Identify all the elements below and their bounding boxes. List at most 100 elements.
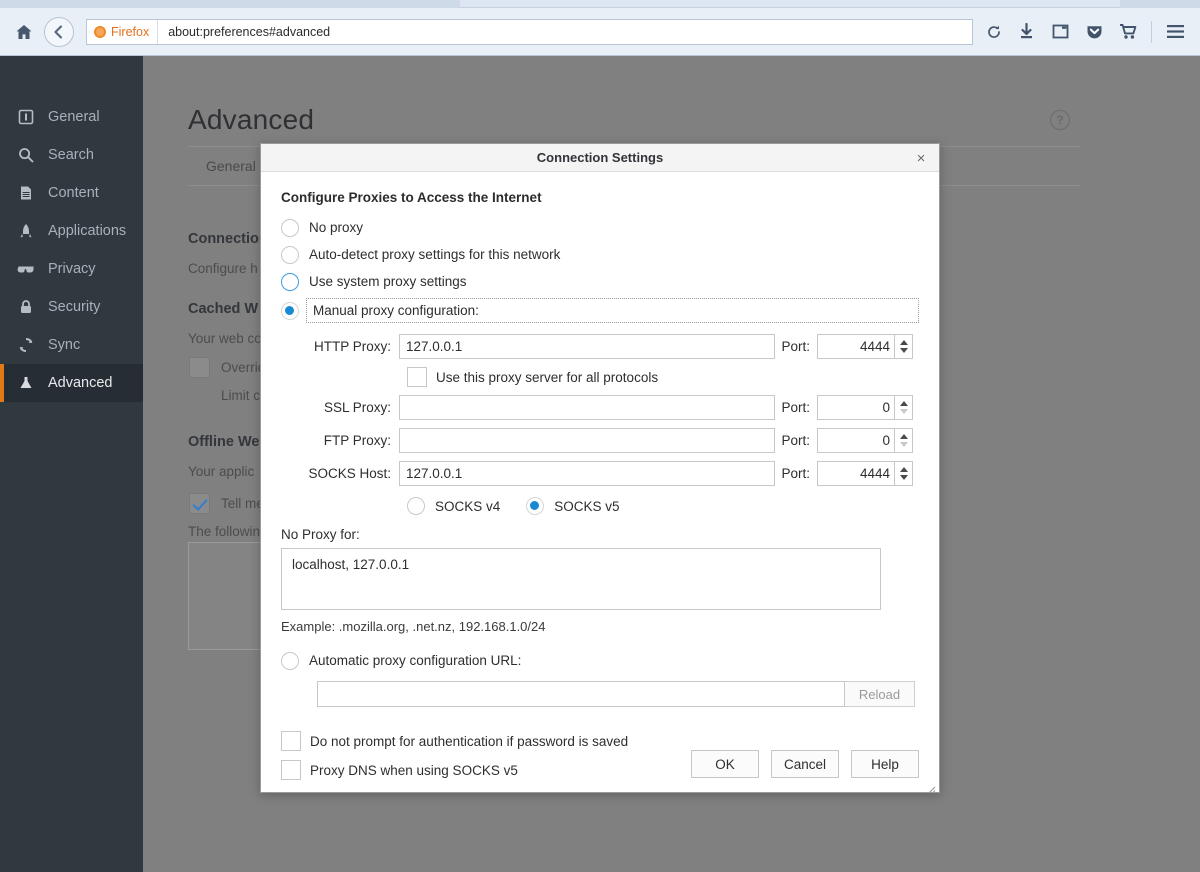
stepper-down-icon[interactable]	[900, 409, 908, 414]
sidebar-item-content[interactable]: Content	[0, 174, 143, 212]
stepper-up-icon[interactable]	[900, 340, 908, 345]
pocket-icon[interactable]	[1077, 15, 1111, 49]
stepper-down-icon[interactable]	[900, 442, 908, 447]
stepper-down-icon[interactable]	[900, 475, 908, 480]
http-port-input[interactable]: 4444	[817, 334, 895, 359]
ok-button[interactable]: OK	[691, 750, 759, 778]
sidebar-item-label: Content	[48, 185, 99, 201]
cart-icon[interactable]	[1111, 15, 1145, 49]
radio-circle-icon	[281, 219, 299, 237]
radio-circle-icon	[281, 246, 299, 264]
radio-manual-proxy[interactable]: Manual proxy configuration:	[306, 298, 919, 323]
radio-socks-v4-label: SOCKS v4	[435, 499, 500, 514]
sidebar-item-security[interactable]: Security	[0, 288, 143, 326]
download-icon[interactable]	[1009, 15, 1043, 49]
radio-manual-proxy-label: Manual proxy configuration:	[313, 303, 479, 318]
ssl-port-label: Port:	[775, 400, 817, 415]
no-auth-prompt-row[interactable]: Do not prompt for authentication if pass…	[281, 731, 919, 751]
connection-settings-dialog: Connection Settings × Configure Proxies …	[260, 143, 940, 793]
sidebar-item-advanced[interactable]: Advanced	[0, 364, 143, 402]
stepper-down-icon[interactable]	[900, 348, 908, 353]
ftp-proxy-label: FTP Proxy:	[281, 433, 399, 448]
reload-icon[interactable]	[979, 19, 1009, 45]
connection-text: Configure h	[188, 261, 258, 276]
radio-no-proxy[interactable]: No proxy	[281, 214, 919, 241]
socks-host-label: SOCKS Host:	[281, 466, 399, 481]
http-proxy-row: HTTP Proxy: 127.0.0.1 Port: 4444	[281, 334, 919, 359]
pac-url-input[interactable]	[317, 681, 845, 707]
identity-box[interactable]: Firefox	[87, 20, 158, 44]
radio-pac-url[interactable]: Automatic proxy configuration URL:	[281, 647, 919, 674]
ftp-port-input[interactable]: 0	[817, 428, 895, 453]
back-arrow-icon	[51, 24, 67, 40]
cancel-button[interactable]: Cancel	[771, 750, 839, 778]
sidebar-item-label: Advanced	[48, 375, 113, 391]
radio-socks-v5[interactable]: SOCKS v5	[526, 497, 619, 515]
ssl-port-stepper[interactable]	[895, 395, 913, 420]
back-button[interactable]	[44, 17, 74, 47]
override-checkbox[interactable]	[189, 357, 210, 378]
ftp-proxy-input[interactable]	[399, 428, 775, 453]
no-proxy-example-text: Example: .mozilla.org, .net.nz, 192.168.…	[281, 619, 919, 634]
pac-reload-button[interactable]: Reload	[845, 681, 915, 707]
proxy-dns-checkbox[interactable]	[281, 760, 301, 780]
radio-no-proxy-label: No proxy	[309, 220, 363, 235]
browser-chrome: Firefox about:preferences#advanced	[0, 0, 1200, 56]
radio-system-proxy[interactable]: Use system proxy settings	[281, 268, 919, 295]
stepper-up-icon[interactable]	[900, 467, 908, 472]
sidebar-item-label: Applications	[48, 223, 126, 239]
override-label: Overrid	[221, 360, 265, 375]
home-icon[interactable]	[8, 16, 40, 48]
ftp-port-stepper[interactable]	[895, 428, 913, 453]
radio-socks-v4[interactable]: SOCKS v4	[407, 497, 500, 515]
sidebar-item-general[interactable]: General	[0, 98, 143, 136]
tab-strip[interactable]	[0, 0, 1200, 8]
help-button[interactable]: Help	[851, 750, 919, 778]
sidebar-item-privacy[interactable]: Privacy	[0, 250, 143, 288]
socks-port-label: Port:	[775, 466, 817, 481]
close-icon[interactable]: ×	[911, 148, 931, 168]
socks-host-input[interactable]: 127.0.0.1	[399, 461, 775, 486]
url-bar[interactable]: Firefox about:preferences#advanced	[86, 19, 973, 45]
hamburger-menu-icon[interactable]	[1158, 15, 1192, 49]
ssl-proxy-row: SSL Proxy: Port: 0	[281, 395, 919, 420]
offline-heading: Offline We	[188, 434, 259, 450]
all-protocols-row[interactable]: Use this proxy server for all protocols	[407, 367, 919, 387]
navigation-toolbar: Firefox about:preferences#advanced	[0, 8, 1200, 55]
content-icon	[14, 185, 38, 201]
security-lock-icon	[14, 299, 38, 315]
no-proxy-for-textarea[interactable]: localhost, 127.0.0.1	[281, 548, 881, 610]
all-protocols-label: Use this proxy server for all protocols	[436, 370, 658, 385]
ssl-proxy-input[interactable]	[399, 395, 775, 420]
sidebar-item-label: Sync	[48, 337, 80, 353]
socks-port-input[interactable]: 4444	[817, 461, 895, 486]
advanced-flask-icon	[14, 375, 38, 391]
preferences-sidebar: General Search Content Applications Priv…	[0, 56, 143, 872]
url-text[interactable]: about:preferences#advanced	[158, 25, 330, 39]
tab-item[interactable]	[1120, 0, 1200, 8]
library-icon[interactable]	[1043, 15, 1077, 49]
dialog-title: Connection Settings	[537, 150, 663, 165]
sidebar-item-label: Security	[48, 299, 100, 315]
stepper-up-icon[interactable]	[900, 401, 908, 406]
ssl-port-input[interactable]: 0	[817, 395, 895, 420]
sidebar-item-search[interactable]: Search	[0, 136, 143, 174]
tab-item[interactable]	[0, 0, 460, 8]
search-icon	[14, 147, 38, 163]
sidebar-item-applications[interactable]: Applications	[0, 212, 143, 250]
sidebar-item-sync[interactable]: Sync	[0, 326, 143, 364]
http-port-stepper[interactable]	[895, 334, 913, 359]
http-proxy-input[interactable]: 127.0.0.1	[399, 334, 775, 359]
resize-grip[interactable]	[926, 782, 936, 792]
no-auth-prompt-checkbox[interactable]	[281, 731, 301, 751]
radio-circle-icon[interactable]	[281, 302, 299, 320]
radio-circle-icon	[407, 497, 425, 515]
socks-port-stepper[interactable]	[895, 461, 913, 486]
all-protocols-checkbox[interactable]	[407, 367, 427, 387]
http-proxy-label: HTTP Proxy:	[281, 339, 399, 354]
radio-auto-detect[interactable]: Auto-detect proxy settings for this netw…	[281, 241, 919, 268]
stepper-up-icon[interactable]	[900, 434, 908, 439]
tellme-checkbox[interactable]	[189, 493, 210, 514]
sidebar-item-label: Search	[48, 147, 94, 163]
help-icon[interactable]: ?	[1050, 110, 1070, 130]
